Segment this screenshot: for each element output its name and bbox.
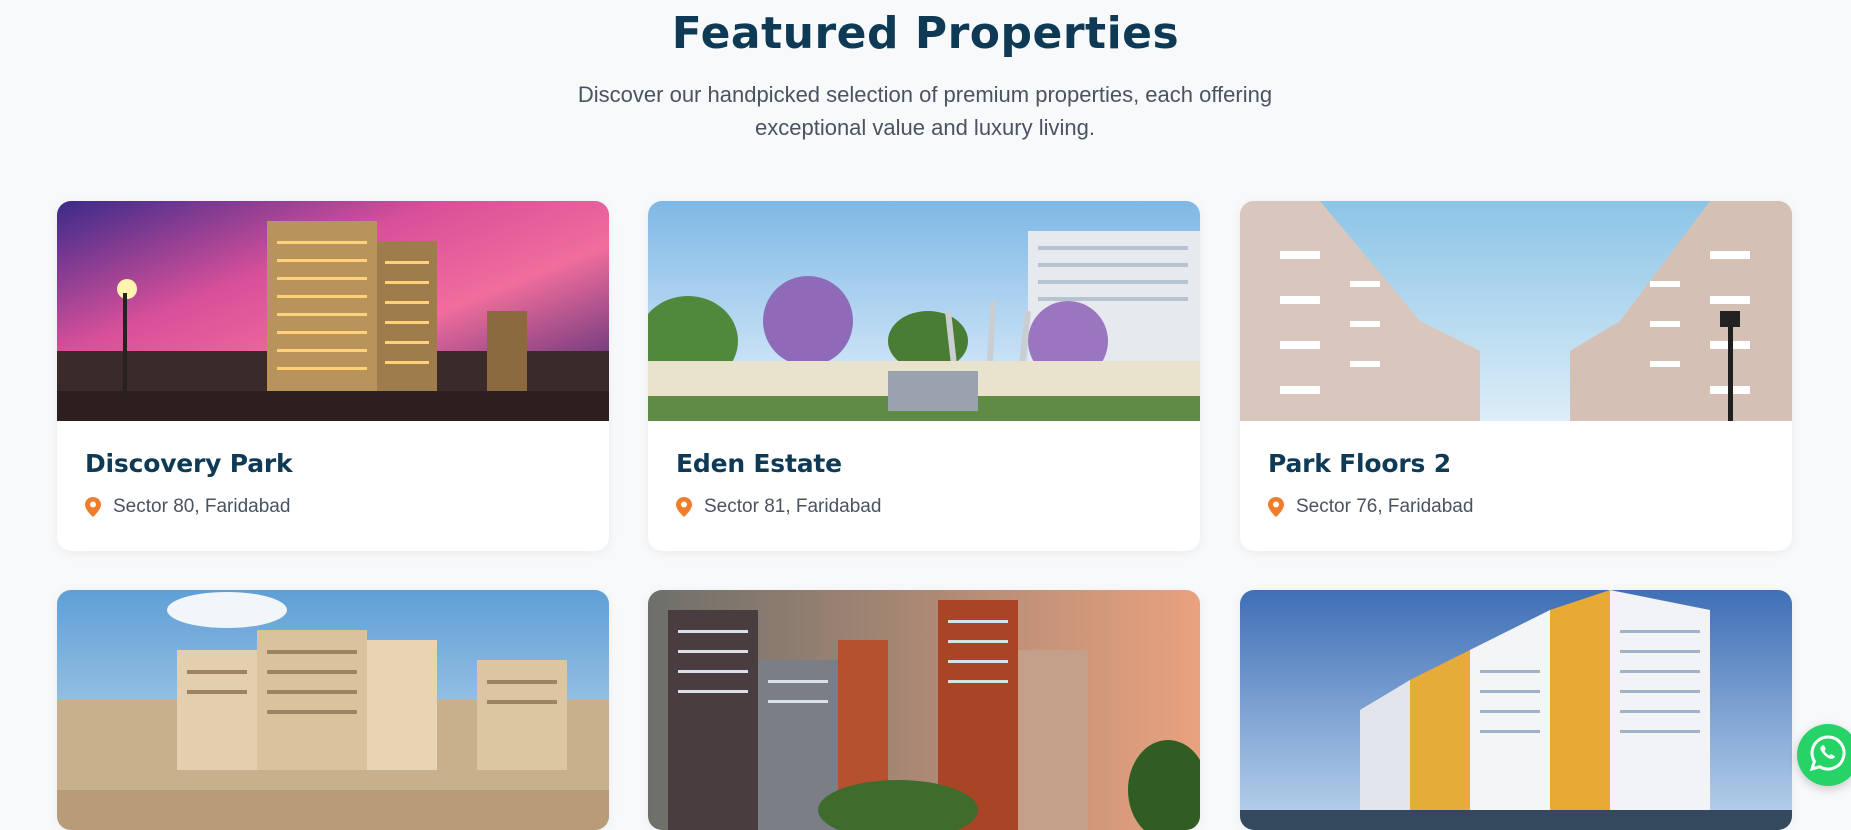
map-pin-icon (85, 497, 101, 517)
property-card[interactable] (57, 590, 609, 830)
property-card-discovery-park[interactable]: Discovery Park Sector 80, Faridabad (57, 201, 609, 551)
property-location: Sector 81, Faridabad (676, 496, 1172, 518)
property-location: Sector 80, Faridabad (85, 496, 581, 518)
whatsapp-icon (1808, 733, 1848, 778)
section-title: Featured Properties (671, 8, 1180, 59)
property-name[interactable]: Eden Estate (676, 449, 1172, 478)
property-card[interactable] (1240, 590, 1792, 830)
property-card-park-floors-2[interactable]: Park Floors 2 Sector 76, Faridabad (1240, 201, 1792, 551)
location-text: Sector 81, Faridabad (704, 496, 882, 517)
map-pin-icon (676, 497, 692, 517)
property-image[interactable] (648, 590, 1200, 830)
whatsapp-button[interactable] (1797, 724, 1851, 786)
property-name[interactable]: Discovery Park (85, 449, 581, 478)
property-image[interactable] (1240, 201, 1792, 421)
property-image[interactable] (648, 201, 1200, 421)
property-image[interactable] (57, 201, 609, 421)
location-text: Sector 80, Faridabad (113, 496, 291, 517)
property-card-eden-estate[interactable]: Eden Estate Sector 81, Faridabad (648, 201, 1200, 551)
section-subtitle: Discover our handpicked selection of pre… (577, 82, 1273, 140)
property-location: Sector 76, Faridabad (1268, 496, 1764, 518)
property-image[interactable] (1240, 590, 1792, 830)
map-pin-icon (1268, 497, 1284, 517)
property-image[interactable] (57, 590, 609, 830)
property-card[interactable] (648, 590, 1200, 830)
property-name[interactable]: Park Floors 2 (1268, 449, 1764, 478)
location-text: Sector 76, Faridabad (1296, 496, 1474, 517)
